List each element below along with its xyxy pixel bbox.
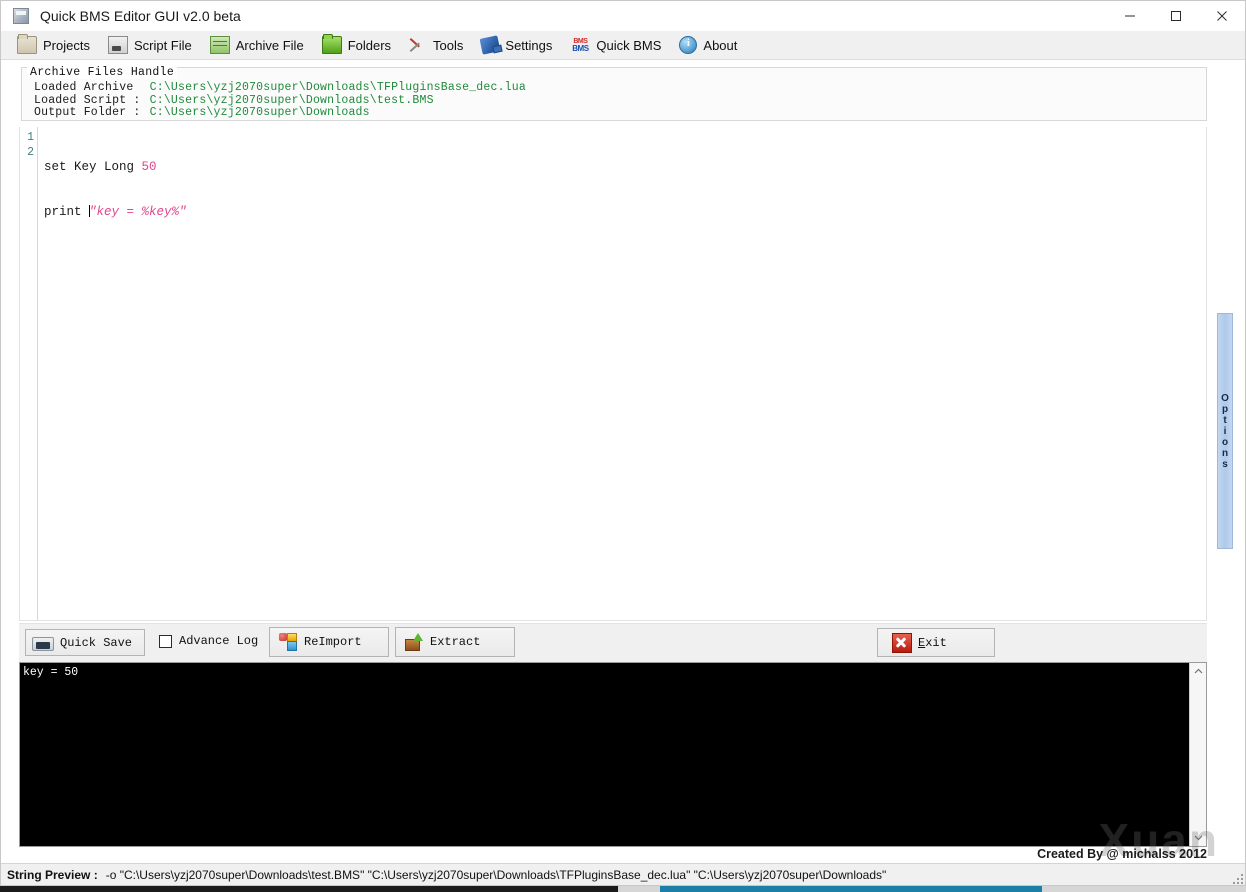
tools-icon (409, 37, 427, 53)
settings-icon (479, 35, 501, 55)
archive-files-handle-legend: Archive Files Handle (27, 66, 178, 79)
menu-item-folders[interactable]: Folders (320, 32, 401, 58)
output-folder-value: C:\Users\yzj2070super\Downloads (149, 106, 370, 119)
loaded-archive-value: C:\Users\yzj2070super\Downloads\TFPlugin… (149, 81, 526, 94)
taskbar-segment (618, 886, 660, 892)
menu-item-label: Quick BMS (596, 37, 662, 53)
menu-item-label: Tools (433, 37, 464, 53)
quick-save-label: Quick Save (60, 635, 133, 650)
exit-label: Exit (918, 636, 947, 650)
extract-label: Extract (430, 635, 481, 649)
menu-item-script-file[interactable]: Script File (106, 32, 202, 58)
chevron-down-icon[interactable] (1190, 829, 1207, 846)
resize-grip[interactable] (1231, 872, 1243, 884)
close-icon[interactable] (1199, 1, 1245, 31)
window-title: Quick BMS Editor GUI v2.0 beta (40, 8, 241, 24)
console-scrollbar[interactable] (1189, 663, 1206, 846)
exit-icon (892, 632, 912, 653)
options-letter: p (1221, 403, 1229, 415)
menu-item-quick-bms[interactable]: BMS BMS Quick BMS (568, 32, 671, 58)
taskbar-segment-active (660, 886, 1042, 892)
app-window-icon (13, 8, 29, 24)
console-output-text: key = 50 (23, 666, 79, 679)
extract-icon (404, 633, 424, 651)
minimize-icon[interactable] (1107, 1, 1153, 31)
console-output[interactable]: key = 50 (19, 662, 1207, 847)
script-file-icon (107, 36, 128, 54)
options-letter: i (1223, 425, 1227, 437)
folder-green-icon (321, 34, 342, 54)
advance-log-checkbox[interactable]: Advance Log (159, 634, 258, 648)
reimport-label: ReImport (304, 635, 362, 649)
maximize-icon[interactable] (1153, 1, 1199, 31)
quick-save-button[interactable]: Quick Save (25, 629, 145, 656)
menu-item-label: Script File (133, 37, 192, 53)
editor-code-area[interactable]: set Key Long 50 print "key = %key%" (44, 130, 187, 250)
status-bar: String Preview : -o "C:\Users\yzj2070sup… (1, 863, 1245, 885)
menu-item-tools[interactable]: Tools (407, 32, 473, 58)
reimport-icon (278, 633, 298, 651)
save-icon (32, 637, 54, 651)
info-icon: i (679, 36, 698, 54)
options-letter: o (1221, 436, 1229, 448)
credit-text: Created By @ michalss 2012 (1037, 847, 1207, 861)
menu-item-settings[interactable]: Settings (479, 32, 562, 58)
editor-line-number-gutter: 1 2 (20, 127, 38, 620)
options-letter: O (1221, 392, 1229, 404)
archive-file-icon (209, 36, 230, 54)
line-number: 2 (27, 146, 34, 159)
script-editor[interactable]: 1 2 set Key Long 50 print "key = %key%" (19, 127, 1207, 621)
loaded-paths-list: Loaded Archive C:\Users\yzj2070super\Dow… (34, 81, 526, 120)
loaded-archive-label: Loaded Archive (34, 81, 148, 94)
menu-item-about[interactable]: i About (677, 32, 747, 58)
advance-log-label: Advance Log (179, 634, 259, 648)
menu-item-label: Settings (505, 37, 553, 53)
code-token: set Key Long (44, 160, 142, 174)
string-preview-value: -o "C:\Users\yzj2070super\Downloads\test… (105, 867, 887, 882)
checkbox-box[interactable] (159, 634, 172, 648)
options-letter: t (1223, 414, 1227, 426)
options-letter: s (1222, 458, 1228, 470)
menu-bar: Projects Script File Archive File Folder… (1, 31, 1245, 60)
title-bar: Quick BMS Editor GUI v2.0 beta (1, 1, 1245, 31)
code-token: print (44, 205, 90, 219)
exit-button[interactable]: Exit (877, 628, 995, 657)
menu-item-label: Folders (347, 37, 392, 53)
folder-icon (17, 34, 37, 54)
desktop-taskbar (0, 886, 1246, 892)
application-window: Quick BMS Editor GUI v2.0 beta Projects … (0, 0, 1246, 886)
code-token: 50 (141, 160, 157, 174)
reimport-button[interactable]: ReImport (269, 627, 389, 657)
bms-icon: BMS BMS (572, 38, 589, 53)
menu-item-label: Projects (43, 37, 90, 53)
code-line: print "key = %key%" (44, 205, 187, 220)
loaded-archive-row: Loaded Archive C:\Users\yzj2070super\Dow… (34, 81, 526, 95)
output-folder-row: Output Folder : C:\Users\yzj2070super\Do… (34, 106, 526, 120)
action-bar: Quick Save Advance Log ReImport Extract … (19, 623, 1207, 664)
taskbar-segment (0, 886, 618, 892)
menu-item-archive-file[interactable]: Archive File (208, 32, 314, 58)
string-preview-label: String Preview : (7, 867, 98, 882)
output-folder-label: Output Folder : (34, 106, 148, 119)
options-side-tab[interactable]: O p t i o n s (1217, 313, 1233, 549)
code-token: "key = %key%" (89, 205, 187, 219)
menu-item-label: Archive File (235, 37, 304, 53)
window-controls (1107, 1, 1245, 31)
extract-button[interactable]: Extract (395, 627, 515, 657)
line-number: 1 (27, 131, 34, 144)
code-line: set Key Long 50 (44, 160, 187, 175)
taskbar-segment (1042, 886, 1246, 892)
options-letter: n (1221, 447, 1229, 459)
menu-item-label: About (703, 37, 738, 53)
exit-label-rest: xit (925, 635, 947, 650)
menu-item-projects[interactable]: Projects (15, 32, 100, 58)
chevron-up-icon[interactable] (1190, 663, 1207, 680)
